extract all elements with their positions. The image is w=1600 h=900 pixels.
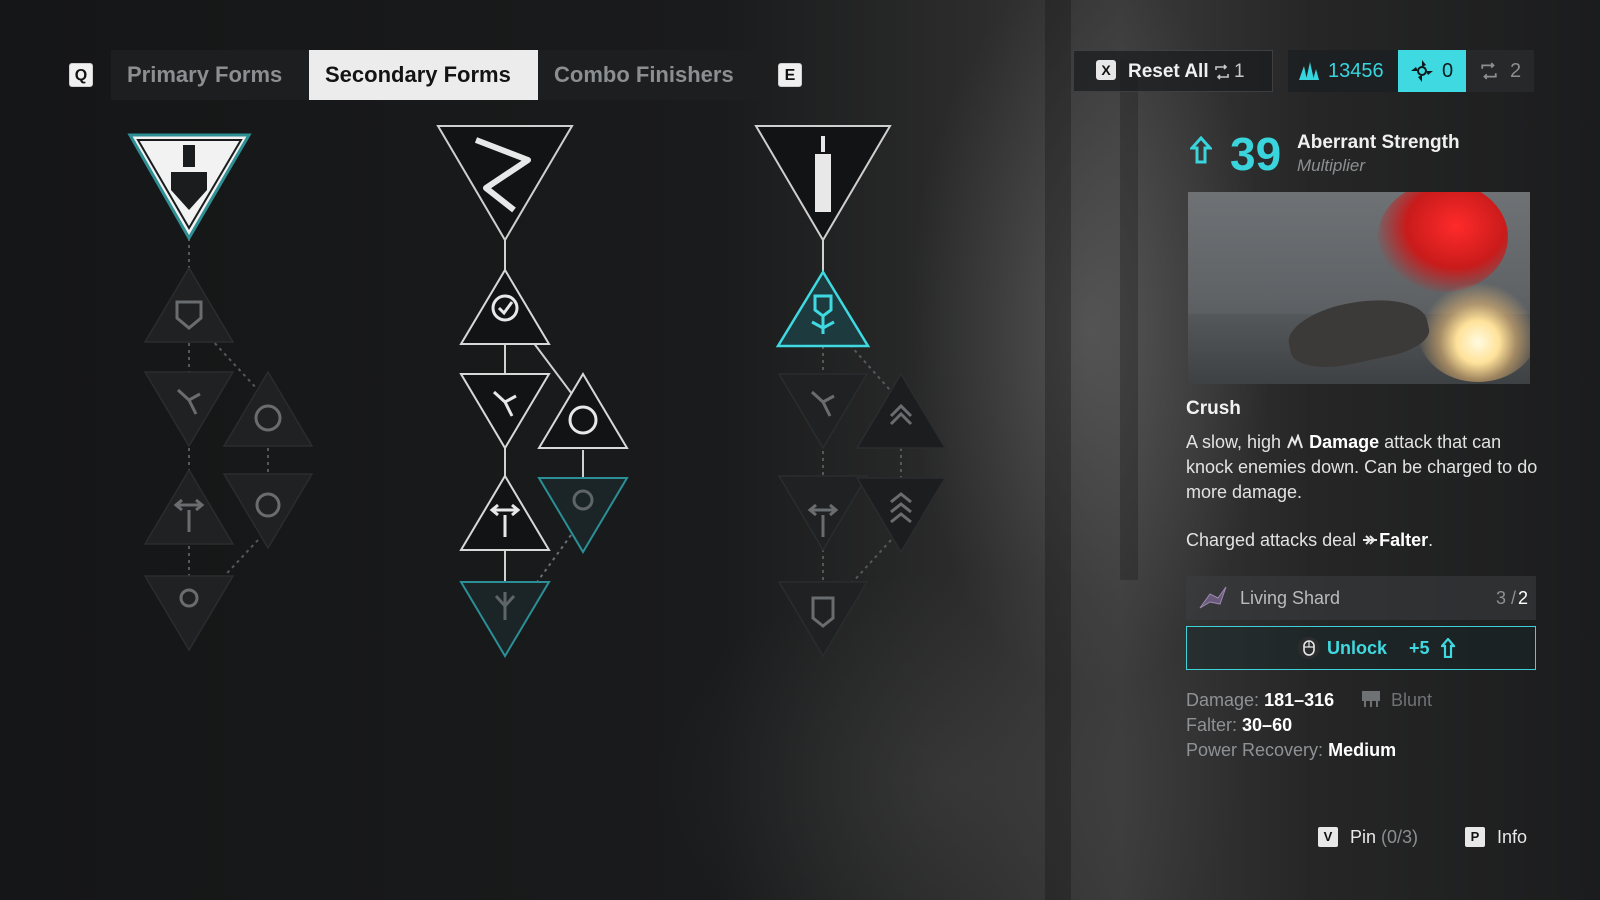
falter-keyword: Falter bbox=[1379, 530, 1429, 550]
split-node-3[interactable] bbox=[777, 475, 869, 552]
reset-key: X bbox=[1096, 60, 1116, 80]
respec-icon bbox=[1481, 62, 1497, 80]
damage-icon bbox=[1287, 433, 1304, 449]
spire-tree bbox=[754, 125, 947, 658]
check-drop-node[interactable] bbox=[459, 268, 551, 345]
blunt-icon bbox=[1362, 691, 1380, 707]
reset-all-button[interactable]: X Reset All 1 bbox=[1073, 50, 1273, 92]
split-node-1[interactable] bbox=[143, 468, 235, 545]
falter-label: Falter: bbox=[1186, 715, 1238, 735]
info-control[interactable]: P Info bbox=[1465, 824, 1527, 850]
ability-description: A slow, high Damage attack that can knoc… bbox=[1186, 432, 1538, 502]
wrench-form-node[interactable] bbox=[436, 125, 574, 242]
stat-subtitle: Multiplier bbox=[1297, 156, 1366, 175]
damage-type: Blunt bbox=[1391, 690, 1433, 710]
stat-level: 39 bbox=[1230, 128, 1282, 180]
drop-stack-node[interactable] bbox=[855, 372, 947, 449]
requirement-have: 3 bbox=[1495, 588, 1506, 608]
branch-node-3[interactable] bbox=[777, 373, 869, 450]
points-counter: 13456 bbox=[1288, 50, 1398, 92]
unlock-button[interactable]: Unlock +5 bbox=[1186, 626, 1536, 670]
requirement-separator: / bbox=[1510, 588, 1516, 608]
power-recovery-label: Power Recovery: bbox=[1186, 740, 1324, 760]
branch-node-1[interactable] bbox=[143, 371, 235, 448]
charged-note: Charged attacks deal Falter. bbox=[1186, 530, 1434, 550]
aberrant-strength-icon bbox=[1190, 136, 1212, 164]
pin-control[interactable]: V Pin (0/3) bbox=[1318, 824, 1418, 850]
hand-crush-node[interactable] bbox=[775, 269, 871, 348]
living-shard-icon bbox=[1199, 586, 1227, 609]
info-key: P bbox=[1465, 827, 1485, 847]
alert-node[interactable] bbox=[222, 473, 314, 550]
damage-value: 181–316 bbox=[1264, 690, 1335, 710]
requirement-name: Living Shard bbox=[1240, 588, 1341, 608]
spire-form-node[interactable] bbox=[754, 125, 892, 242]
respec-icon bbox=[1215, 64, 1229, 80]
damage-label: Damage: bbox=[1186, 690, 1260, 710]
points-value: 13456 bbox=[1328, 60, 1384, 82]
reset-count: 1 bbox=[1234, 61, 1245, 82]
unlock-label: Unlock bbox=[1327, 638, 1388, 658]
shovel-form-node[interactable] bbox=[127, 133, 252, 241]
ring-node[interactable] bbox=[537, 372, 629, 449]
requirement-row: Living Shard 3 / 2 bbox=[1186, 576, 1536, 620]
damage-keyword: Damage bbox=[1309, 432, 1380, 452]
ability-title: Crush bbox=[1186, 398, 1241, 419]
falter-icon bbox=[1363, 535, 1378, 545]
pin-key: V bbox=[1318, 827, 1338, 847]
shield-node[interactable] bbox=[143, 266, 235, 343]
shovel-tree bbox=[127, 133, 314, 652]
person-drop-node[interactable] bbox=[143, 575, 235, 652]
pin-count: (0/3) bbox=[1381, 827, 1419, 847]
requirement-need: 2 bbox=[1517, 588, 1528, 608]
mouse-icon bbox=[1298, 637, 1320, 659]
stat-name: Aberrant Strength bbox=[1297, 132, 1460, 153]
ability-preview-image bbox=[1188, 192, 1530, 384]
shard-icon bbox=[1411, 60, 1433, 82]
skill-trees bbox=[127, 125, 947, 658]
points-icon bbox=[1299, 62, 1319, 80]
plant-check-node[interactable] bbox=[459, 581, 551, 658]
reset-label: Reset All bbox=[1128, 61, 1209, 82]
unlock-amount: +5 bbox=[1409, 638, 1430, 658]
skull-node[interactable] bbox=[537, 477, 629, 554]
shard-value: 0 bbox=[1442, 60, 1454, 82]
branch-node-2[interactable] bbox=[459, 373, 551, 450]
falter-value: 30–60 bbox=[1242, 715, 1293, 735]
pin-label: Pin bbox=[1350, 827, 1377, 847]
flame-chevrons-node[interactable] bbox=[855, 477, 947, 554]
wrench-tree bbox=[436, 125, 629, 658]
info-label: Info bbox=[1497, 827, 1528, 847]
aberrant-strength-icon bbox=[1441, 638, 1455, 658]
respec-value: 2 bbox=[1510, 60, 1522, 82]
respec-counter: 2 bbox=[1466, 50, 1534, 92]
split-node-2[interactable] bbox=[459, 474, 551, 551]
lightning-node[interactable] bbox=[222, 370, 314, 447]
chevron-stack-node[interactable] bbox=[777, 581, 869, 658]
shard-counter: 0 bbox=[1398, 50, 1466, 92]
power-recovery-value: Medium bbox=[1328, 740, 1397, 760]
